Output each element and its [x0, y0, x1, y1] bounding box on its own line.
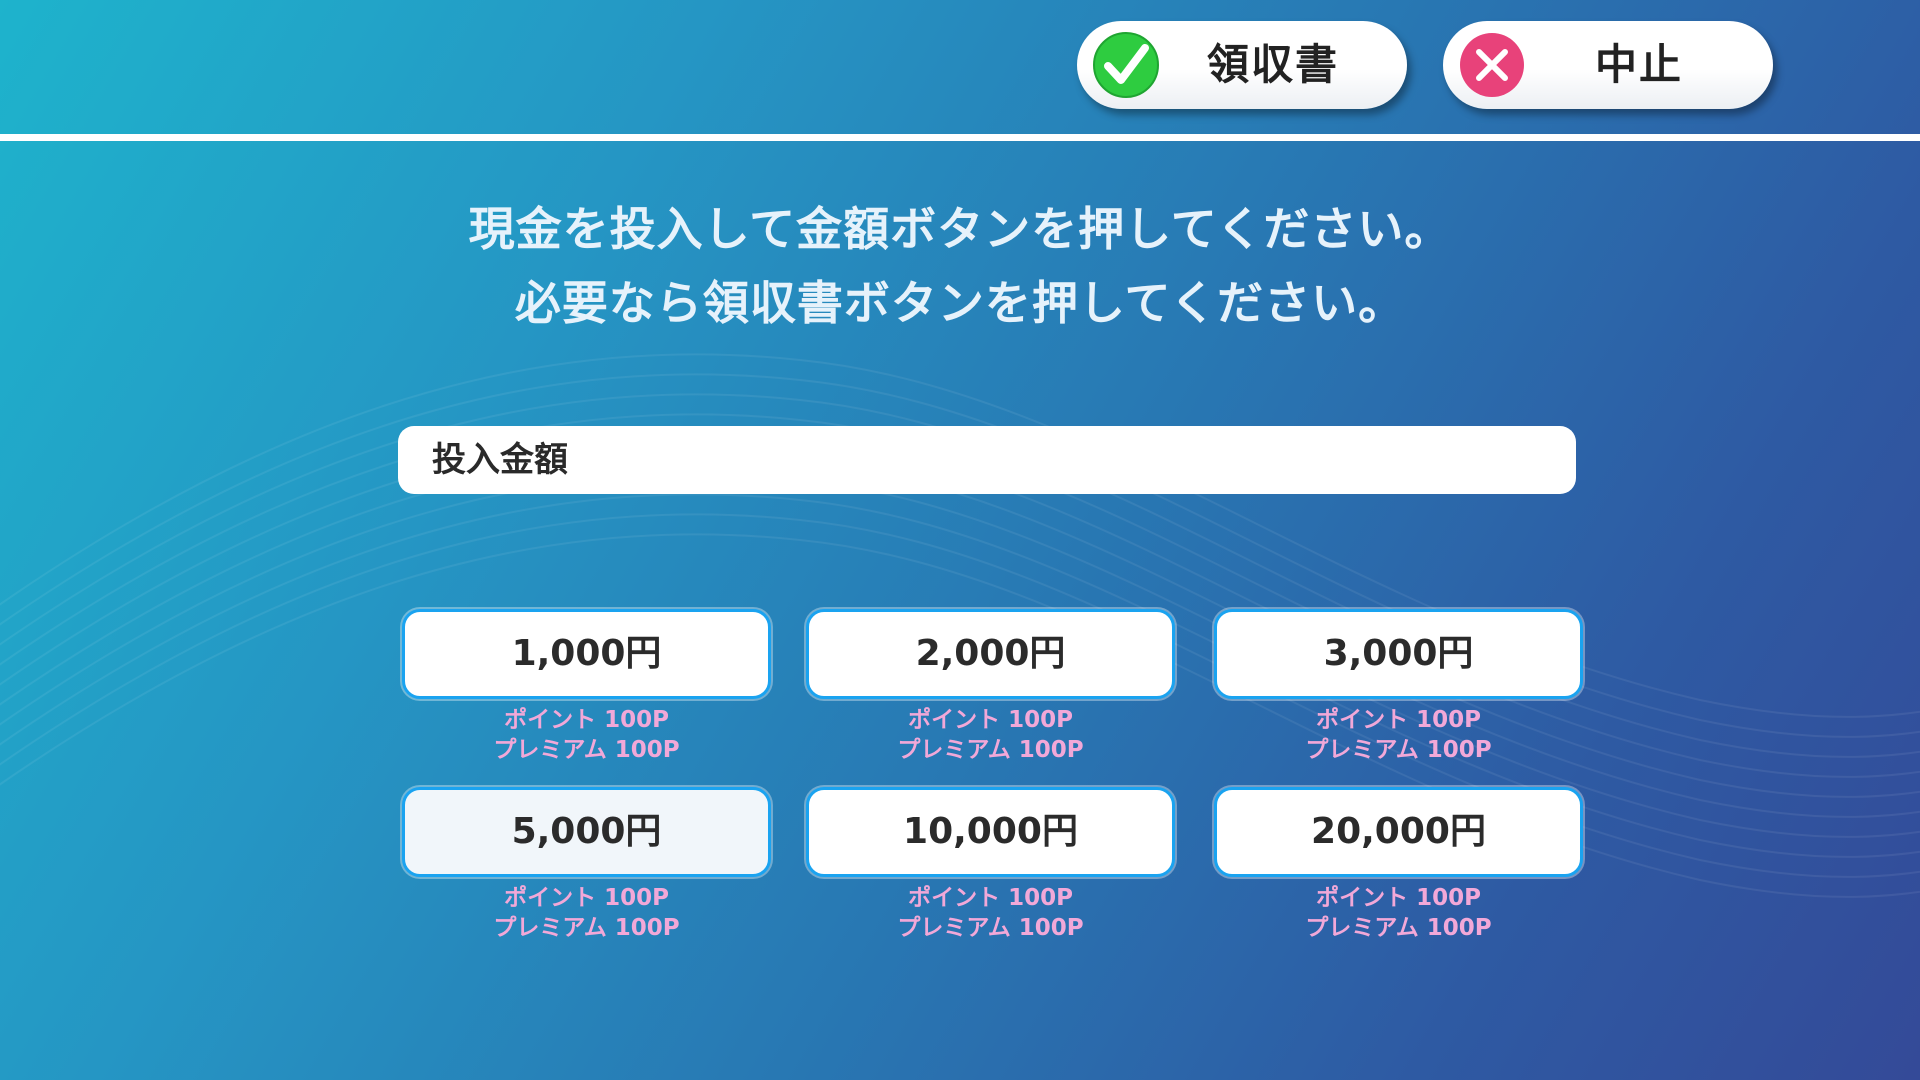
receipt-button[interactable]: 領収書	[1077, 21, 1407, 109]
denomination-option: 10,000円 ポイント 100P プレミアム 100P	[806, 787, 1175, 943]
denomination-button-3000[interactable]: 3,000円	[1214, 609, 1583, 699]
instruction-text: 現金を投入して金額ボタンを押してください。 必要なら領収書ボタンを押してください…	[0, 192, 1920, 340]
denomination-option: 20,000円 ポイント 100P プレミアム 100P	[1214, 787, 1583, 943]
instruction-line-2: 必要なら領収書ボタンを押してください。	[514, 276, 1406, 330]
denomination-option: 5,000円 ポイント 100P プレミアム 100P	[402, 787, 771, 943]
denomination-bonus: ポイント 100P プレミアム 100P	[1214, 705, 1583, 765]
denomination-bonus: ポイント 100P プレミアム 100P	[806, 705, 1175, 765]
cancel-button[interactable]: 中止	[1443, 21, 1773, 109]
denomination-button-5000[interactable]: 5,000円	[402, 787, 771, 877]
point-bonus-text: ポイント 100P	[504, 885, 669, 911]
check-icon	[1093, 32, 1159, 98]
premium-bonus-text: プレミアム 100P	[1305, 915, 1492, 941]
premium-bonus-text: プレミアム 100P	[493, 915, 680, 941]
denomination-button-1000[interactable]: 1,000円	[402, 609, 771, 699]
denomination-bonus: ポイント 100P プレミアム 100P	[1214, 883, 1583, 943]
denomination-bonus: ポイント 100P プレミアム 100P	[402, 705, 771, 765]
denomination-option: 3,000円 ポイント 100P プレミアム 100P	[1214, 609, 1583, 765]
denomination-button-2000[interactable]: 2,000円	[806, 609, 1175, 699]
premium-bonus-text: プレミアム 100P	[897, 915, 1084, 941]
premium-bonus-text: プレミアム 100P	[1305, 737, 1492, 763]
inserted-amount-label: 投入金額	[432, 440, 568, 480]
point-bonus-text: ポイント 100P	[908, 885, 1073, 911]
cancel-button-label: 中止	[1594, 40, 1683, 89]
denomination-option: 1,000円 ポイント 100P プレミアム 100P	[402, 609, 771, 765]
premium-bonus-text: プレミアム 100P	[493, 737, 680, 763]
point-bonus-text: ポイント 100P	[908, 707, 1073, 733]
denomination-bonus: ポイント 100P プレミアム 100P	[402, 883, 771, 943]
point-bonus-text: ポイント 100P	[1316, 707, 1481, 733]
close-icon	[1460, 33, 1524, 97]
point-bonus-text: ポイント 100P	[1316, 885, 1481, 911]
denomination-button-10000[interactable]: 10,000円	[806, 787, 1175, 877]
receipt-button-label: 領収書	[1206, 40, 1339, 89]
point-bonus-text: ポイント 100P	[504, 707, 669, 733]
denomination-bonus: ポイント 100P プレミアム 100P	[806, 883, 1175, 943]
header-divider	[0, 134, 1920, 141]
premium-bonus-text: プレミアム 100P	[897, 737, 1084, 763]
denomination-button-20000[interactable]: 20,000円	[1214, 787, 1583, 877]
inserted-amount-display: 投入金額	[398, 426, 1576, 494]
denomination-option: 2,000円 ポイント 100P プレミアム 100P	[806, 609, 1175, 765]
instruction-line-1: 現金を投入して金額ボタンを押してください。	[468, 202, 1452, 256]
